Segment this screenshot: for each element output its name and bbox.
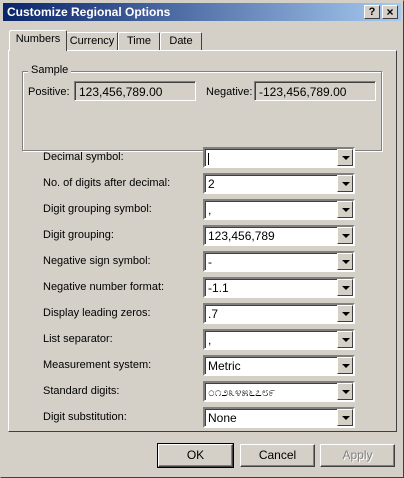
negative-sign-symbol-label: Negative sign symbol: (43, 255, 151, 267)
dropdown-arrow-icon[interactable] (337, 357, 353, 374)
negative-sign-symbol-combo[interactable]: - (203, 251, 355, 272)
negative-sign-symbol-value: - (208, 255, 212, 269)
digits-after-decimal-value: 2 (208, 177, 215, 191)
dropdown-arrow-icon[interactable] (337, 227, 353, 244)
digits-after-decimal-label: No. of digits after decimal: (43, 177, 171, 189)
standard-digits-label: Standard digits: (43, 385, 120, 397)
dropdown-arrow-icon[interactable] (337, 201, 353, 218)
digit-grouping-label: Digit grouping: (43, 229, 114, 241)
measurement-system-combo[interactable]: Metric (203, 355, 355, 376)
close-button[interactable]: × (382, 5, 398, 19)
display-leading-zeros-combo[interactable]: .7 (203, 303, 355, 324)
digit-substitution-label: Digit substitution: (43, 411, 127, 423)
decimal-symbol-label: Decimal symbol: (43, 151, 124, 163)
negative-number-format-label: Negative number format: (43, 281, 165, 293)
list-separator-combo[interactable]: , (203, 329, 355, 350)
negative-number-format-combo[interactable]: -1.1 (203, 277, 355, 298)
dropdown-arrow-icon[interactable] (337, 305, 353, 322)
digit-grouping-symbol-combo[interactable]: , (203, 199, 355, 220)
dropdown-arrow-icon[interactable] (337, 175, 353, 192)
dropdown-arrow-icon[interactable] (337, 331, 353, 348)
window-title: Customize Regional Options (7, 5, 171, 19)
title-bar[interactable]: Customize Regional Options ? × (3, 3, 401, 21)
negative-sample-value: -123,456,789.00 (254, 81, 376, 101)
text-cursor (208, 152, 209, 165)
dropdown-arrow-icon[interactable] (337, 253, 353, 270)
list-separator-label: List separator: (43, 333, 113, 345)
decimal-symbol-value (208, 151, 209, 165)
digit-substitution-value: None (208, 411, 237, 425)
digits-after-decimal-combo[interactable]: 2 (203, 173, 355, 194)
display-leading-zeros-value: .7 (208, 307, 219, 321)
tab-time[interactable]: Time (118, 32, 160, 50)
display-leading-zeros-label: Display leading zeros: (43, 307, 151, 319)
tab-currency[interactable]: Currency (66, 32, 118, 50)
digit-grouping-combo[interactable]: 123,456,789 (203, 225, 355, 246)
measurement-system-value: Metric (208, 359, 241, 373)
dropdown-arrow-icon[interactable] (337, 383, 353, 400)
standard-digits-combo[interactable]: ೦೧೨೩೪೫೬೭೮೯ (203, 381, 355, 402)
dropdown-arrow-icon[interactable] (337, 279, 353, 296)
help-button[interactable]: ? (364, 5, 380, 19)
tab-date[interactable]: Date (160, 32, 202, 50)
digit-grouping-value: 123,456,789 (208, 229, 275, 243)
negative-label: Negative: (206, 86, 253, 98)
list-separator-value: , (208, 333, 212, 347)
cancel-button[interactable]: Cancel (240, 444, 315, 467)
measurement-system-label: Measurement system: (43, 359, 152, 371)
ok-button[interactable]: OK (157, 443, 234, 468)
standard-digits-value: ೦೧೨೩೪೫೬೭೮೯ (208, 385, 276, 399)
apply-button[interactable]: Apply (320, 444, 395, 467)
digit-grouping-symbol-label: Digit grouping symbol: (43, 203, 152, 215)
negative-number-format-value: -1.1 (208, 281, 229, 295)
digit-grouping-symbol-value: , (208, 203, 212, 217)
decimal-symbol-combo[interactable] (203, 147, 355, 168)
dropdown-arrow-icon[interactable] (337, 149, 353, 166)
positive-sample-value: 123,456,789.00 (74, 81, 196, 101)
positive-label: Positive: (28, 86, 70, 98)
sample-group-title: Sample (28, 64, 72, 76)
digit-substitution-combo[interactable]: None (203, 407, 355, 428)
dropdown-arrow-icon[interactable] (337, 409, 353, 426)
tab-numbers[interactable]: Numbers (9, 30, 67, 51)
